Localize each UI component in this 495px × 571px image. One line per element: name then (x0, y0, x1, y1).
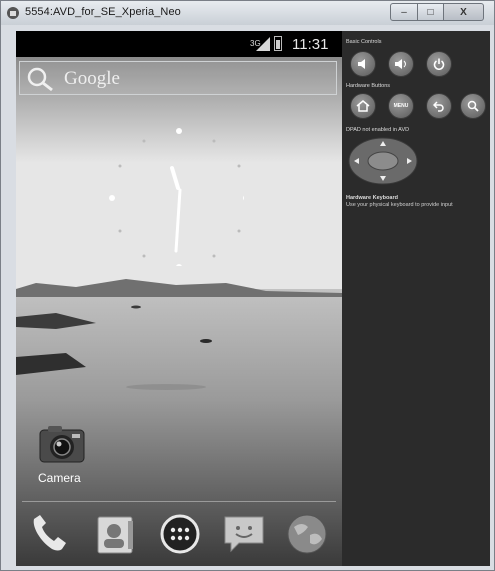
android-emulator-icon (7, 7, 19, 19)
basic-controls-title: Basic Controls (346, 39, 382, 45)
magnifier-icon (467, 100, 479, 112)
power-button[interactable] (426, 51, 452, 77)
messaging-icon[interactable] (221, 511, 267, 557)
device-screen[interactable]: 3G 11:31 Google Camera (16, 31, 342, 566)
minimize-button[interactable]: – (390, 3, 418, 21)
dpad-control[interactable] (346, 136, 420, 186)
hardware-keyboard-description: Use your physical keyboard to provide in… (346, 202, 453, 208)
maximize-button[interactable]: □ (418, 3, 444, 21)
window-controls: – □ X (390, 3, 484, 21)
dock-divider (22, 501, 336, 502)
menu-button[interactable]: MENU (388, 93, 414, 119)
window-title: 5554:AVD_for_SE_Xperia_Neo (25, 6, 181, 18)
menu-button-label: MENU (393, 103, 409, 109)
title-bar[interactable]: 5554:AVD_for_SE_Xperia_Neo – □ X (1, 1, 494, 25)
home-icon (356, 100, 370, 112)
search-icon (27, 67, 53, 92)
home-button[interactable] (350, 93, 376, 119)
search-label: Google (64, 68, 120, 89)
phone-icon[interactable] (26, 511, 72, 557)
power-icon (433, 58, 445, 70)
browser-icon[interactable] (284, 511, 330, 557)
volume-up-button[interactable] (388, 51, 414, 77)
hardware-buttons-title: Hardware Buttons (346, 83, 391, 89)
search-button[interactable] (460, 93, 486, 119)
app-drawer-icon[interactable] (157, 511, 203, 557)
battery-icon (274, 36, 282, 51)
volume-down-icon (358, 59, 365, 69)
emulator-controls-panel: Basic Controls Hardware Buttons MENU DPA… (342, 31, 490, 566)
back-button[interactable] (426, 93, 452, 119)
camera-app-label: Camera (38, 471, 81, 485)
volume-down-button[interactable] (350, 51, 376, 77)
contacts-icon[interactable] (92, 511, 138, 557)
hardware-keyboard-title: Hardware Keyboard (346, 195, 398, 201)
status-time: 11:31 (292, 36, 329, 53)
status-bar: 3G 11:31 (16, 31, 342, 57)
dpad-title: DPAD not enabled in AVD (346, 127, 410, 133)
analog-clock-widget[interactable] (104, 126, 244, 266)
close-button[interactable]: X (444, 3, 484, 21)
signal-icon (256, 37, 270, 51)
back-icon (433, 101, 444, 112)
volume-up-icon (395, 59, 406, 69)
emulator-window: 5554:AVD_for_SE_Xperia_Neo – □ X 3G 11:3… (0, 0, 495, 571)
google-search-widget[interactable]: Google (19, 61, 337, 95)
